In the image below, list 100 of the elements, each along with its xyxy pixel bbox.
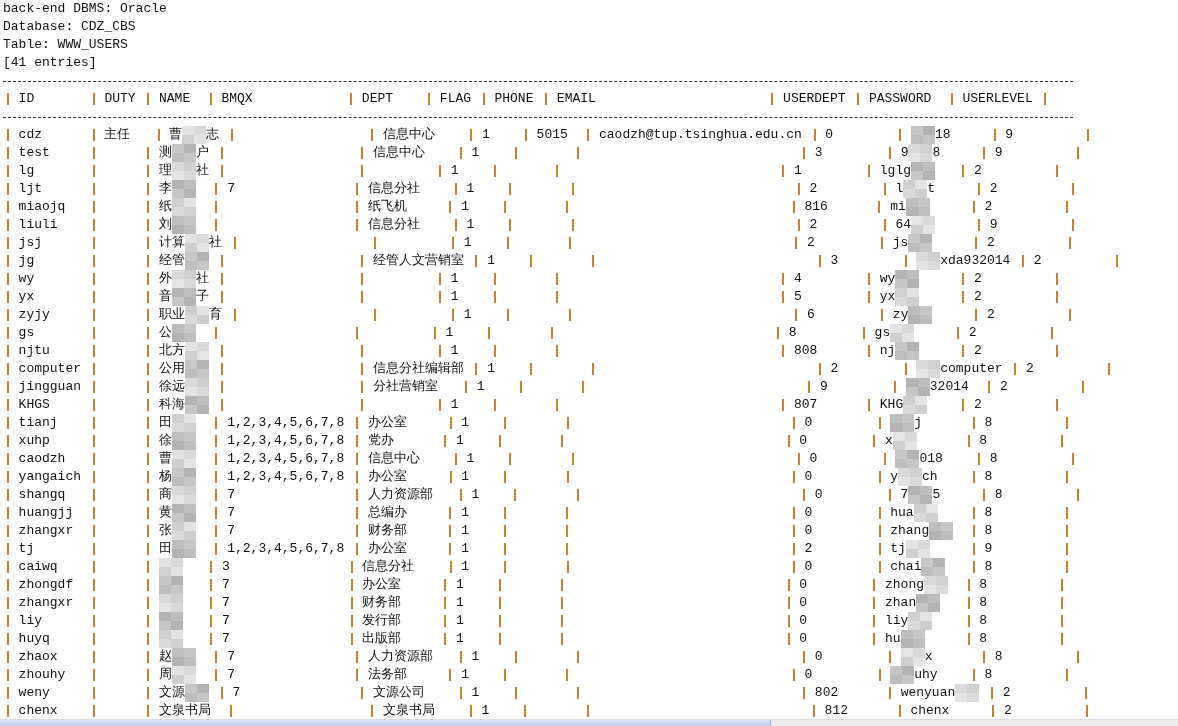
table-cell: 8	[979, 630, 988, 648]
pixelation-drawing	[172, 648, 196, 666]
pixelation-drawing	[911, 216, 936, 234]
table-cell: 信息中心	[367, 450, 420, 468]
pixelation-drawing	[921, 558, 946, 576]
table-cell: 信息中心	[383, 126, 436, 144]
table-cell: 2	[974, 270, 982, 288]
pixelation-drawing	[159, 630, 183, 648]
table-cell: 9	[984, 540, 993, 558]
table-cell: 文泉书局	[159, 702, 211, 719]
pixelation-drawing	[185, 306, 209, 324]
table-cell: 公	[159, 324, 172, 342]
table-cell: 2	[1033, 252, 1042, 270]
table-cell: 7	[232, 684, 241, 702]
pixelation-drawing	[159, 612, 183, 630]
table-cell: xda932014	[940, 252, 1011, 270]
table-cell: jsj	[18, 234, 42, 252]
table-cell: 0	[825, 126, 834, 144]
table-cell: 7	[227, 666, 235, 684]
table-cell: 9	[994, 144, 1003, 162]
pixelation-drawing	[172, 540, 196, 558]
pixelation-drawing	[159, 594, 183, 612]
table-cell: 科海	[159, 396, 185, 414]
pixelation-drawing	[905, 198, 930, 216]
column-header: PHONE	[494, 90, 534, 108]
column-header: DEPT	[361, 90, 394, 108]
table-cell: 经管	[159, 252, 185, 270]
table-cell: 1	[456, 612, 464, 630]
table-cell: weny	[18, 684, 50, 702]
pixelation-drawing	[913, 504, 938, 522]
table-cell: 1	[466, 450, 475, 468]
pixelation-drawing	[185, 378, 209, 396]
table-cell: 8	[984, 558, 993, 576]
table-cell: 发行部	[362, 612, 402, 630]
table-cell: 纸飞机	[367, 198, 407, 216]
table-cell: gs	[18, 324, 35, 342]
table-cell: 0	[804, 414, 813, 432]
table-cell: 1	[481, 126, 490, 144]
table-cell: 7	[227, 522, 235, 540]
table-cell: 李	[159, 180, 172, 198]
table-cell: 8	[979, 612, 988, 630]
pixelation-drawing	[185, 234, 209, 252]
table-cell: 法务部	[367, 666, 407, 684]
console-line: Table: WWW_USERS	[3, 36, 128, 54]
table-cell: 2	[974, 342, 982, 360]
table-cell: 2	[984, 198, 993, 216]
pixelation-drawing	[908, 306, 933, 324]
table-cell: 7	[227, 180, 235, 198]
pixelation-drawing	[911, 162, 936, 180]
table-cell: 1	[471, 684, 480, 702]
table-cell: 0	[799, 432, 808, 450]
table-cell: 7	[227, 504, 235, 522]
table-cell: 外	[159, 270, 172, 288]
table-cell: 1,2,3,4,5,6,7,8	[227, 540, 345, 558]
table-cell: 出版部	[362, 630, 402, 648]
table-cell: 8	[979, 594, 988, 612]
table-cell: xuhp	[18, 432, 50, 450]
pixelation-drawing	[903, 396, 928, 414]
table-cell: 1	[461, 522, 469, 540]
table-cell: 1	[450, 396, 459, 414]
table-cell: 杨	[159, 468, 172, 486]
table-cell: 8	[984, 414, 993, 432]
table-cell: 主任	[104, 126, 131, 144]
table-cell: 曹	[159, 450, 172, 468]
table-cell: j	[914, 414, 923, 432]
table-cell: 1	[461, 504, 469, 522]
column-header: FLAG	[439, 90, 472, 108]
table-cell: shangq	[18, 486, 66, 504]
horizontal-scrollbar[interactable]	[0, 719, 1178, 726]
pixelation-drawing	[924, 576, 949, 594]
pixelation-drawing	[172, 666, 196, 684]
pixelation-drawing	[908, 612, 933, 630]
table-cell: 1	[450, 288, 459, 306]
table-cell: 1	[461, 540, 469, 558]
table-cell: 7	[227, 486, 235, 504]
pixelation-drawing	[895, 450, 920, 468]
table-cell: yx	[18, 288, 35, 306]
pixelation-drawing	[185, 342, 209, 360]
table-cell: 人力资源部	[367, 486, 433, 504]
pixelation-drawing	[185, 252, 209, 270]
table-cell: caodzh	[18, 450, 66, 468]
table-cell: 曹	[169, 126, 183, 144]
table-cell: 志	[206, 126, 220, 144]
table-cell: 1	[456, 594, 464, 612]
table-cell: 8	[984, 504, 993, 522]
table-cell: 信息分社	[362, 558, 415, 576]
table-cell: 9	[820, 378, 828, 396]
pixelation-drawing	[185, 684, 209, 702]
table-cell: njtu	[18, 342, 50, 360]
table-cell: 经管人文营销室	[372, 252, 464, 270]
table-cell: 5	[794, 288, 802, 306]
table-cell: 办公室	[367, 468, 407, 486]
pixelation-drawing	[890, 414, 915, 432]
table-cell: js	[892, 234, 909, 252]
table-cell: 周	[159, 666, 172, 684]
table-cell: 2	[968, 324, 977, 342]
scrollbar-thumb[interactable]	[0, 720, 771, 726]
table-cell: 808	[794, 342, 818, 360]
table-cell: 社	[209, 234, 222, 252]
pixelation-drawing	[185, 396, 209, 414]
